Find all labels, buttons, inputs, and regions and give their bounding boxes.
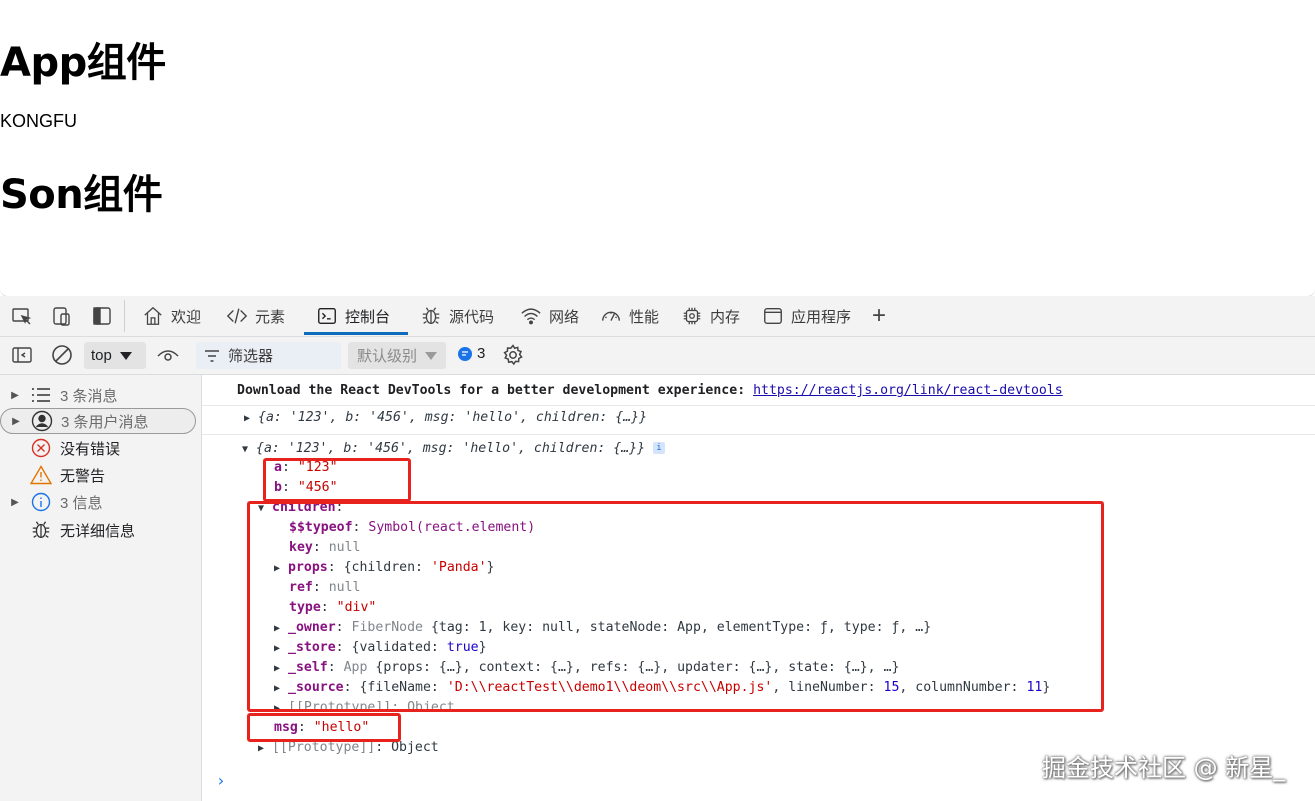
bug-icon — [422, 307, 440, 324]
tab-label: 元素 — [255, 308, 286, 326]
gauge-icon — [602, 311, 620, 321]
window-icon — [764, 307, 782, 325]
app-heading: App组件 — [0, 40, 166, 86]
sidebar-item-messages[interactable]: ▶ 3 条消息 — [0, 382, 196, 408]
filter-placeholder: 筛选器 — [228, 348, 274, 365]
collapsed-object: {a: '123', b: '456', msg: 'hello', child… — [258, 410, 648, 425]
kongfu-text: KONGFU — [0, 111, 78, 131]
watermark-text: 掘金技术社区 @ 新星_ — [1042, 754, 1286, 782]
page-content: App组件 KONGFU Son组件 — [0, 0, 1315, 297]
sidebar-item-info[interactable]: ▶ 3 信息 — [0, 489, 196, 515]
sidebar-item-label: 3 条用户消息 — [61, 413, 149, 431]
tab-sources[interactable]: 源代码 — [420, 296, 494, 336]
log-level-select[interactable]: 默认级别 — [348, 342, 446, 369]
sidebar-item-label: 无详细信息 — [60, 522, 136, 540]
gear-icon[interactable] — [501, 343, 525, 372]
list-icon — [30, 384, 52, 406]
caret-down-icon — [119, 351, 132, 360]
annotation-box-children — [247, 501, 1104, 712]
react-devtools-link[interactable]: https://reactjs.org/link/react-devtools — [753, 383, 1063, 398]
console-message-banner: Download the React DevTools for a better… — [202, 383, 1315, 406]
expand-triangle-icon[interactable]: ▶ — [258, 743, 272, 754]
expand-triangle-icon[interactable]: ▶ — [244, 413, 258, 424]
sidebar-toggle-icon[interactable] — [10, 343, 34, 372]
annotation-box-ab — [263, 458, 411, 502]
user-icon — [31, 410, 53, 432]
tab-label: 源代码 — [449, 308, 495, 326]
tab-label: 网络 — [549, 308, 580, 326]
info-icon — [30, 491, 52, 513]
message-count-badge[interactable]: 3 — [458, 345, 485, 362]
code-icon — [226, 308, 248, 324]
add-tab-button[interactable]: + — [872, 296, 886, 336]
console-prompt[interactable]: › — [216, 771, 226, 790]
sidebar-item-user-messages[interactable]: ▶ 3 条用户消息 — [0, 408, 196, 434]
error-icon — [30, 437, 52, 459]
inspect-icon[interactable] — [10, 304, 34, 328]
tab-elements[interactable]: 元素 — [226, 296, 285, 336]
expand-arrow-icon: ▶ — [11, 389, 19, 401]
tab-console[interactable]: 控制台 — [316, 296, 390, 336]
toolbar-separator — [124, 300, 125, 332]
expand-arrow-icon: ▶ — [11, 496, 19, 508]
sidebar-item-errors[interactable]: 没有错误 — [0, 435, 196, 461]
sidebar-item-label: 无警告 — [60, 467, 106, 485]
tab-label: 性能 — [629, 308, 660, 326]
collapse-triangle-icon[interactable]: ▼ — [242, 444, 256, 455]
chip-icon — [683, 307, 701, 325]
tab-application[interactable]: 应用程序 — [762, 296, 851, 336]
tab-label: 控制台 — [345, 308, 391, 326]
bug-icon — [30, 519, 52, 541]
log-level-value: 默认级别 — [357, 348, 418, 365]
dock-side-icon[interactable] — [90, 304, 114, 328]
console-output: Download the React DevTools for a better… — [202, 375, 1315, 801]
caret-down-icon — [425, 351, 438, 360]
tab-label: 应用程序 — [791, 308, 852, 326]
warning-icon — [30, 464, 52, 486]
tab-performance[interactable]: 性能 — [600, 296, 659, 336]
message-count: 3 — [477, 345, 486, 362]
devtools-panel: 欢迎 元素 控制台 源代码 网络 性能 内存 应用程序 + top 筛选器 默认… — [0, 296, 1315, 801]
console-message-collapsed[interactable]: ▶ {a: '123', b: '456', msg: 'hello', chil… — [202, 410, 1315, 435]
message-bubble-icon — [458, 346, 472, 361]
tab-label: 内存 — [710, 308, 741, 326]
eye-icon[interactable] — [156, 343, 180, 372]
info-badge-icon[interactable]: i — [653, 442, 665, 454]
active-tab-indicator — [304, 332, 408, 335]
context-value: top — [91, 347, 112, 364]
home-icon — [144, 306, 162, 325]
tab-welcome[interactable]: 欢迎 — [142, 296, 201, 336]
annotation-box-msg — [247, 713, 401, 742]
console-sidebar: ▶ 3 条消息 ▶ 3 条用户消息 没有错误 无警告 ▶ 3 信息 无详细信息 — [0, 375, 202, 801]
expanded-object: {a: '123', b: '456', msg: 'hello', child… — [256, 441, 646, 456]
son-heading: Son组件 — [0, 172, 163, 218]
tab-network[interactable]: 网络 — [520, 296, 579, 336]
tab-memory[interactable]: 内存 — [681, 296, 740, 336]
filter-icon — [205, 349, 219, 362]
console-icon — [318, 307, 336, 325]
wifi-icon — [521, 308, 541, 325]
devtools-tab-bar: 欢迎 元素 控制台 源代码 网络 性能 内存 应用程序 + — [0, 296, 1315, 337]
sidebar-item-label: 3 条消息 — [60, 387, 118, 405]
banner-text: Download the React DevTools for a better… — [237, 383, 754, 398]
device-toggle-icon[interactable] — [50, 304, 74, 328]
sidebar-item-warnings[interactable]: 无警告 — [0, 462, 196, 488]
sidebar-item-label: 没有错误 — [60, 440, 121, 458]
expand-arrow-icon: ▶ — [12, 415, 20, 427]
sidebar-item-label: 3 信息 — [60, 494, 103, 512]
context-select[interactable]: top — [84, 342, 146, 369]
console-toolbar: top 筛选器 默认级别 3 — [0, 337, 1315, 375]
filter-input[interactable]: 筛选器 — [196, 342, 341, 369]
tab-label: 欢迎 — [171, 308, 202, 326]
clear-console-icon[interactable] — [50, 343, 74, 372]
sidebar-item-verbose[interactable]: 无详细信息 — [0, 517, 196, 543]
